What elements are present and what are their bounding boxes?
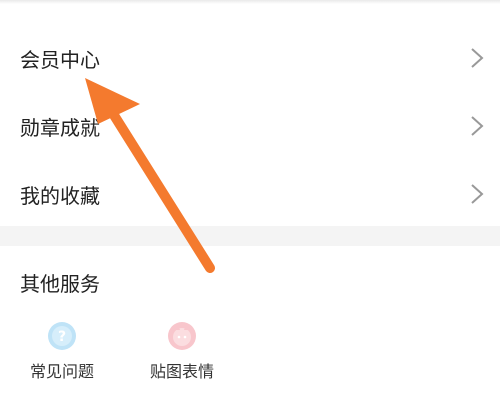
chevron-right-icon bbox=[471, 184, 484, 204]
service-faq[interactable]: ? 常见问题 bbox=[20, 320, 104, 382]
menu-list: 会员中心 勋章成就 我的收藏 bbox=[0, 24, 500, 228]
menu-item-medal-achievements[interactable]: 勋章成就 bbox=[0, 92, 500, 160]
sticker-face-icon bbox=[166, 320, 198, 352]
service-label: 常见问题 bbox=[29, 362, 94, 381]
chevron-right-icon bbox=[471, 116, 484, 136]
section-divider bbox=[0, 226, 500, 246]
other-services-grid: ? 常见问题 贴图表情 bbox=[20, 320, 500, 390]
menu-item-label: 我的收藏 bbox=[20, 183, 100, 208]
service-label: 贴图表情 bbox=[149, 362, 214, 381]
service-stickers[interactable]: 贴图表情 bbox=[140, 320, 224, 382]
menu-item-label: 会员中心 bbox=[20, 47, 100, 72]
menu-item-my-favorites[interactable]: 我的收藏 bbox=[0, 160, 500, 228]
menu-item-label: 勋章成就 bbox=[20, 115, 100, 140]
top-divider bbox=[0, 0, 500, 4]
section-title-other-services: 其他服务 bbox=[20, 272, 100, 296]
menu-item-member-center[interactable]: 会员中心 bbox=[0, 24, 500, 92]
svg-text:?: ? bbox=[58, 329, 66, 345]
chevron-right-icon bbox=[471, 48, 484, 68]
settings-page: 会员中心 勋章成就 我的收藏 其他服务 ? 常见问题 贴图表情 bbox=[0, 0, 500, 400]
question-circle-icon: ? bbox=[46, 320, 78, 352]
